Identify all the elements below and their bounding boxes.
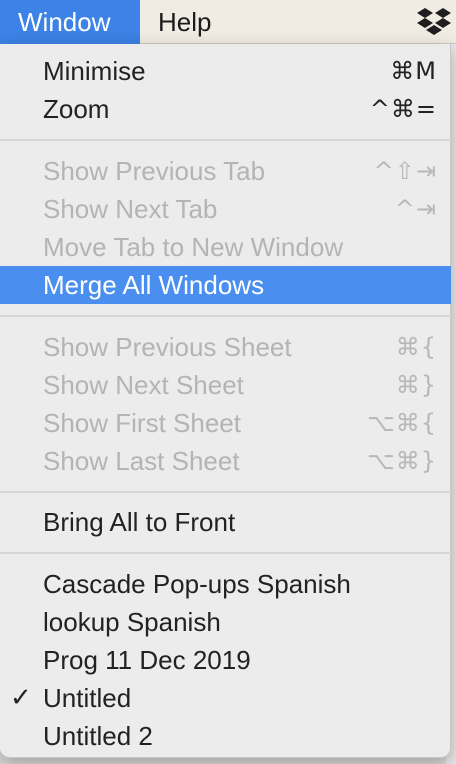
menu-item-window-cascade-popups-spanish[interactable]: Cascade Pop-ups Spanish bbox=[0, 565, 451, 603]
menu-item-label: Minimise bbox=[43, 56, 146, 86]
menu-item-show-last-sheet: Show Last Sheet ⌥⌘} bbox=[0, 442, 451, 480]
menu-item-show-previous-tab: Show Previous Tab ^⇧⇥ bbox=[0, 152, 451, 190]
menu-separator bbox=[0, 139, 451, 141]
menu-item-label: Merge All Windows bbox=[43, 270, 265, 300]
menu-item-show-next-sheet: Show Next Sheet ⌘} bbox=[0, 366, 451, 404]
menu-item-shortcut: ⌘M bbox=[390, 57, 437, 85]
menu-item-label: lookup Spanish bbox=[43, 607, 221, 637]
menu-item-label: Untitled bbox=[43, 683, 132, 713]
menu-separator bbox=[0, 315, 451, 317]
menu-item-label: Cascade Pop-ups Spanish bbox=[43, 569, 351, 599]
menu-item-show-first-sheet: Show First Sheet ⌥⌘{ bbox=[0, 404, 451, 442]
menu-item-label: Show First Sheet bbox=[43, 408, 241, 438]
menu-item-window-lookup-spanish[interactable]: lookup Spanish bbox=[0, 603, 451, 641]
menu-item-merge-all-windows[interactable]: Merge All Windows bbox=[0, 266, 451, 304]
menu-item-shortcut: ^⇧⇥ bbox=[373, 157, 437, 185]
menu-item-shortcut: ⌥⌘} bbox=[367, 447, 437, 475]
menu-item-label: Bring All to Front bbox=[43, 507, 236, 537]
menu-item-label: Untitled 2 bbox=[43, 721, 153, 751]
checkmark-icon: ✓ bbox=[10, 683, 32, 713]
menu-item-label: Prog 11 Dec 2019 bbox=[43, 645, 251, 675]
menu-separator bbox=[0, 491, 451, 493]
window-menu-dropdown: Minimise ⌘M Zoom ^⌘= Show Previous Tab ^… bbox=[0, 44, 451, 758]
menu-item-window-untitled[interactable]: ✓ Untitled bbox=[0, 679, 451, 717]
menu-item-label: Show Previous Sheet bbox=[43, 332, 292, 362]
menubar-help[interactable]: Help bbox=[140, 0, 250, 44]
menubar-window[interactable]: Window bbox=[0, 0, 140, 44]
menu-item-shortcut: ⌘{ bbox=[395, 333, 437, 361]
menu-item-shortcut: ⌘} bbox=[395, 371, 437, 399]
menu-item-shortcut: ^⌘= bbox=[369, 95, 437, 123]
menu-item-label: Show Previous Tab bbox=[43, 156, 266, 186]
menu-item-label: Move Tab to New Window bbox=[43, 232, 344, 262]
dropbox-icon[interactable] bbox=[416, 4, 452, 40]
menu-item-label: Zoom bbox=[43, 94, 110, 124]
menu-item-window-untitled-2[interactable]: Untitled 2 bbox=[0, 717, 451, 755]
menu-item-show-next-tab: Show Next Tab ^⇥ bbox=[0, 190, 451, 228]
menu-item-shortcut: ^⇥ bbox=[394, 195, 437, 223]
menu-item-zoom[interactable]: Zoom ^⌘= bbox=[0, 90, 451, 128]
menu-item-show-previous-sheet: Show Previous Sheet ⌘{ bbox=[0, 328, 451, 366]
menu-bar: Window Help bbox=[0, 0, 456, 44]
menu-item-window-prog-11-dec-2019[interactable]: Prog 11 Dec 2019 bbox=[0, 641, 451, 679]
menu-item-minimise[interactable]: Minimise ⌘M bbox=[0, 52, 451, 90]
menu-item-label: Show Next Sheet bbox=[43, 370, 244, 400]
menu-item-label: Show Last Sheet bbox=[43, 446, 240, 476]
menu-item-shortcut: ⌥⌘{ bbox=[367, 409, 437, 437]
menu-item-bring-all-to-front[interactable]: Bring All to Front bbox=[0, 503, 451, 541]
menu-item-move-tab-to-new-window: Move Tab to New Window bbox=[0, 228, 451, 266]
menu-separator bbox=[0, 552, 451, 554]
menu-item-label: Show Next Tab bbox=[43, 194, 218, 224]
